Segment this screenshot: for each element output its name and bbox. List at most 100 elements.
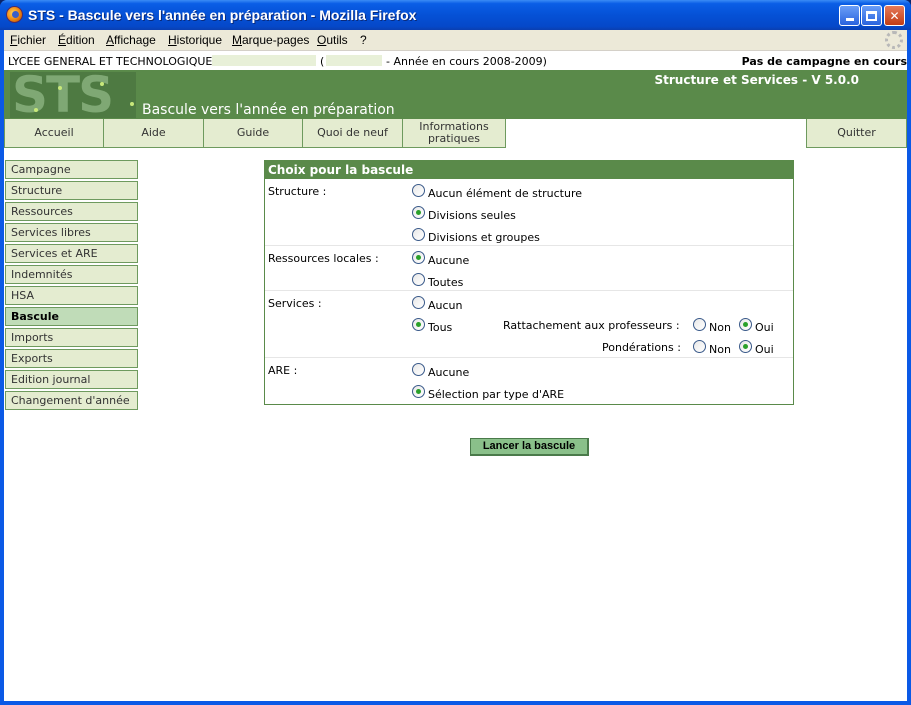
radio-structure-divisions-groupes[interactable] xyxy=(412,228,425,241)
rattachement-oui-label: Oui xyxy=(755,321,774,334)
school-name: LYCEE GENERAL ET TECHNOLOGIQUE xyxy=(8,55,213,68)
client-area: Fichier Édition Affichage Historique Mar… xyxy=(4,30,907,701)
sidebar-item-services-libres[interactable]: Services libres xyxy=(5,223,138,242)
sts-logo: STS xyxy=(10,72,136,118)
ponderations-non-label: Non xyxy=(709,343,731,356)
ponderations-label: Pondérations : xyxy=(602,341,681,354)
close-icon: ✕ xyxy=(889,8,900,23)
radio-rattachement-non[interactable] xyxy=(693,318,706,331)
window-title: STS - Bascule vers l'année en préparatio… xyxy=(28,7,417,23)
menu-help[interactable]: ? xyxy=(360,33,367,47)
throbber-icon xyxy=(885,31,903,49)
logo-dot xyxy=(100,82,104,86)
radio-ponderations-oui[interactable] xyxy=(739,340,752,353)
sidebar-item-ressources[interactable]: Ressources xyxy=(5,202,138,221)
radio-ressources-toutes[interactable] xyxy=(412,273,425,286)
sidebar-item-edition-journal[interactable]: Edition journal xyxy=(5,370,138,389)
sidebar-item-hsa[interactable]: HSA xyxy=(5,286,138,305)
nav-guide[interactable]: Guide xyxy=(203,119,303,148)
nav-info-label-2: pratiques xyxy=(427,132,481,145)
logo-dot xyxy=(130,102,134,106)
maximize-button[interactable] xyxy=(861,5,882,26)
sidebar-item-services-et-are[interactable]: Services et ARE xyxy=(5,244,138,263)
close-button[interactable]: ✕ xyxy=(884,5,905,26)
radio-services-aucun[interactable] xyxy=(412,296,425,309)
lancer-bascule-button[interactable]: Lancer la bascule xyxy=(470,438,589,456)
firefox-icon[interactable] xyxy=(6,6,23,23)
nav-guide-label: Guide xyxy=(236,126,270,139)
nav-aide-label: Aide xyxy=(141,126,166,139)
radio-are-aucune[interactable] xyxy=(412,363,425,376)
minimize-icon xyxy=(845,18,854,21)
menu-historique[interactable]: Historique xyxy=(168,33,222,47)
menu-fichier[interactable]: Fichier xyxy=(10,33,46,47)
page-heading: Bascule vers l'année en préparation xyxy=(142,102,395,118)
nav-quoi-de-neuf-label: Quoi de neuf xyxy=(317,126,388,139)
menu-affichage[interactable]: Affichage xyxy=(106,33,156,47)
radio-structure-divisions-seules[interactable] xyxy=(412,206,425,219)
sidebar-item-bascule[interactable]: Bascule xyxy=(5,307,138,326)
browser-window: STS - Bascule vers l'année en préparatio… xyxy=(0,0,911,705)
ressources-option-toutes: Toutes xyxy=(428,276,464,289)
radio-are-selection-type[interactable] xyxy=(412,385,425,398)
redacted-school-name xyxy=(212,55,316,66)
nav-informations-pratiques[interactable]: Informations pratiques xyxy=(402,119,506,148)
radio-ponderations-non[interactable] xyxy=(693,340,706,353)
open-paren: ( xyxy=(320,55,325,68)
radio-ressources-aucune[interactable] xyxy=(412,251,425,264)
ressources-option-aucune: Aucune xyxy=(428,254,470,267)
minimize-button[interactable] xyxy=(839,5,860,26)
section-divider xyxy=(265,357,793,358)
nav-aide[interactable]: Aide xyxy=(103,119,204,148)
campaign-status: Pas de campagne en cours xyxy=(741,55,907,68)
sidebar-item-indemnites[interactable]: Indemnités xyxy=(5,265,138,284)
structure-option-aucun: Aucun élément de structure xyxy=(428,187,583,200)
app-version: Structure et Services - V 5.0.0 xyxy=(654,73,859,87)
sidebar-item-changement-annee[interactable]: Changement d'année xyxy=(5,391,138,410)
ponderations-oui-label: Oui xyxy=(755,343,774,356)
menu-marque-pages[interactable]: Marque-pages xyxy=(232,33,309,47)
sidebar-item-campagne[interactable]: Campagne xyxy=(5,160,138,179)
logo-dot xyxy=(58,86,62,90)
sidebar-item-structure[interactable]: Structure xyxy=(5,181,138,200)
structure-label: Structure : xyxy=(268,185,327,198)
maximize-icon xyxy=(866,10,877,21)
menu-edition[interactable]: Édition xyxy=(58,33,95,47)
nav-accueil-label: Accueil xyxy=(34,126,74,139)
bascule-form-panel: Choix pour la bascule Structure : Aucun … xyxy=(264,160,794,405)
radio-structure-aucun[interactable] xyxy=(412,184,425,197)
radio-rattachement-oui[interactable] xyxy=(739,318,752,331)
are-option-selection-type: Sélection par type d'ARE xyxy=(428,388,565,401)
rattachement-label: Rattachement aux professeurs : xyxy=(503,319,680,332)
banner: STS Structure et Services - V 5.0.0 Basc… xyxy=(4,70,907,119)
info-bar: LYCEE GENERAL ET TECHNOLOGIQUE ( - Année… xyxy=(4,52,907,70)
nav-quitter[interactable]: Quitter xyxy=(806,119,907,148)
nav-accueil[interactable]: Accueil xyxy=(4,119,104,148)
section-divider xyxy=(265,245,793,246)
panel-title: Choix pour la bascule xyxy=(265,161,793,179)
rattachement-non-label: Non xyxy=(709,321,731,334)
structure-option-divisions-groupes: Divisions et groupes xyxy=(428,231,540,244)
radio-services-tous[interactable] xyxy=(412,318,425,331)
logo-dot xyxy=(34,108,38,112)
nav-quoi-de-neuf[interactable]: Quoi de neuf xyxy=(302,119,403,148)
sidebar-item-imports[interactable]: Imports xyxy=(5,328,138,347)
are-label: ARE : xyxy=(268,364,298,377)
sidebar-item-exports[interactable]: Exports xyxy=(5,349,138,368)
nav-quitter-label: Quitter xyxy=(837,126,876,139)
menu-outils[interactable]: Outils xyxy=(317,33,348,47)
sts-logo-text: STS xyxy=(12,72,114,118)
menu-bar: Fichier Édition Affichage Historique Mar… xyxy=(4,30,907,51)
section-divider xyxy=(265,290,793,291)
redacted-code xyxy=(326,55,382,66)
ressources-label: Ressources locales : xyxy=(268,252,379,265)
web-page: LYCEE GENERAL ET TECHNOLOGIQUE ( - Année… xyxy=(4,52,907,701)
structure-option-divisions-seules: Divisions seules xyxy=(428,209,516,222)
nav-bar: Accueil Aide Guide Quoi de neuf Informat… xyxy=(4,119,907,148)
services-option-aucun: Aucun xyxy=(428,299,463,312)
current-year: - Année en cours 2008-2009) xyxy=(386,55,547,68)
title-bar[interactable]: STS - Bascule vers l'année en préparatio… xyxy=(0,0,911,30)
services-option-tous: Tous xyxy=(428,321,453,334)
services-label: Services : xyxy=(268,297,322,310)
are-option-aucune: Aucune xyxy=(428,366,470,379)
